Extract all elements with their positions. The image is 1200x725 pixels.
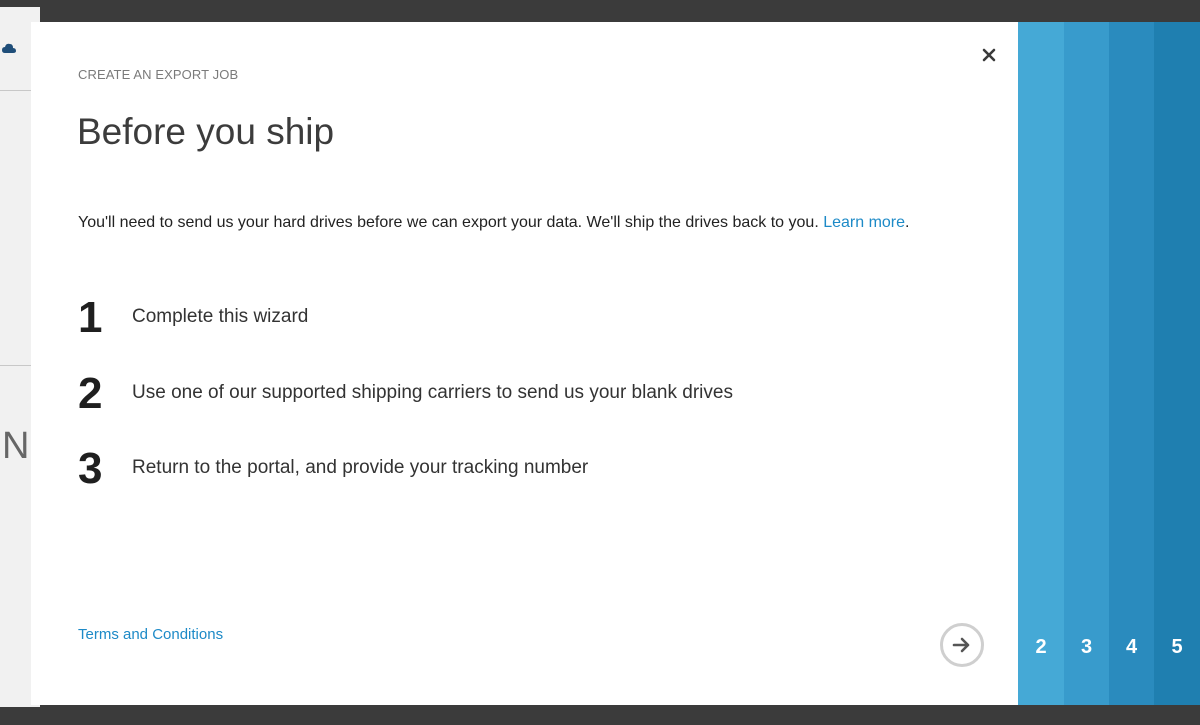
export-job-dialog: CREATE AN EXPORT JOB Before you ship You…: [31, 22, 1018, 705]
next-button[interactable]: [940, 623, 984, 667]
arrow-right-icon: [952, 637, 970, 653]
terms-and-conditions-link[interactable]: Terms and Conditions: [78, 626, 223, 643]
step-number: 1: [78, 293, 103, 342]
step-text: Return to the portal, and provide your t…: [132, 457, 589, 478]
close-icon: [982, 48, 996, 62]
step-text: Complete this wizard: [132, 306, 309, 327]
wizard-step-label: 3: [1080, 636, 1093, 658]
step-text: Use one of our supported shipping carrie…: [132, 382, 733, 403]
intro-paragraph: You'll need to send us your hard drives …: [78, 207, 988, 238]
page-title: Before you ship: [77, 111, 335, 152]
wizard-label: CREATE AN EXPORT JOB: [78, 67, 239, 82]
wizard-step-label: 2: [1035, 636, 1047, 658]
wizard-step-4[interactable]: 4: [1109, 22, 1154, 705]
wizard-step-3[interactable]: 3: [1064, 22, 1109, 705]
wizard-step-2[interactable]: 2: [1018, 22, 1064, 705]
step-number: 3: [78, 444, 103, 493]
intro-text: You'll need to send us your hard drives …: [78, 214, 824, 231]
wizard-step-label: 5: [1171, 636, 1183, 658]
background-heading-fragment: N: [2, 425, 30, 467]
learn-more-link[interactable]: Learn more: [823, 214, 905, 231]
cloud-icon: [2, 43, 16, 53]
step-number: 2: [78, 369, 103, 418]
close-button[interactable]: [976, 42, 1002, 68]
wizard-step-label: 4: [1125, 636, 1138, 658]
intro-end: .: [905, 214, 910, 231]
wizard-step-5[interactable]: 5: [1154, 22, 1200, 705]
